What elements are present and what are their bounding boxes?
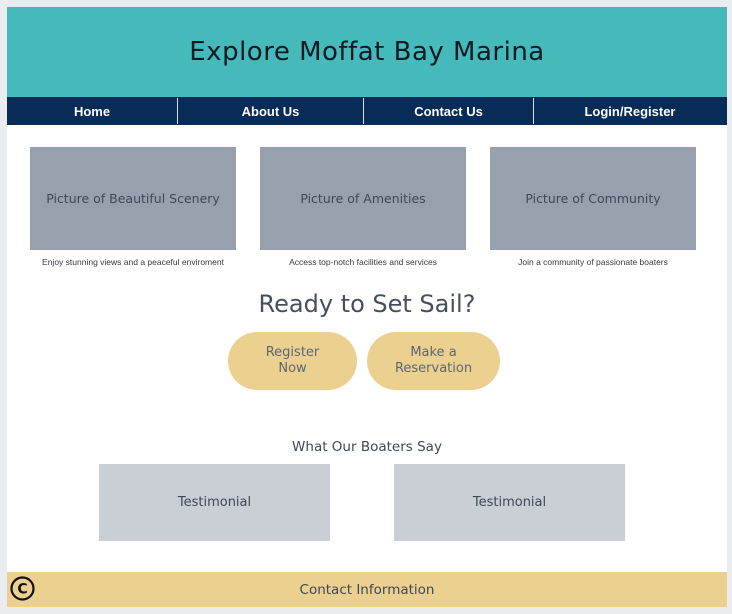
amenities-caption: Access top-notch facilities and services xyxy=(289,257,437,267)
testimonials-heading: What Our Boaters Say xyxy=(292,439,442,455)
register-now-label: Register Now xyxy=(265,345,320,376)
testimonial-card: Testimonial xyxy=(394,464,625,541)
scenery-image-placeholder: Picture of Beautiful Scenery xyxy=(30,147,236,250)
contact-information-label: Contact Information xyxy=(299,581,435,598)
svg-text:C: C xyxy=(17,582,27,598)
nav-item-about-us[interactable]: About Us xyxy=(178,97,363,125)
testimonial-card: Testimonial xyxy=(99,464,330,541)
community-caption: Join a community of passionate boaters xyxy=(518,257,668,267)
register-now-button[interactable]: Register Now xyxy=(228,332,357,390)
cta-heading: Ready to Set Sail? xyxy=(258,290,476,318)
copyright-icon: C xyxy=(10,576,35,601)
header-banner: Explore Moffat Bay Marina xyxy=(7,7,727,97)
make-reservation-button[interactable]: Make a Reservation xyxy=(367,332,500,390)
nav-item-contact-us[interactable]: Contact Us xyxy=(364,97,533,125)
page-frame: Explore Moffat Bay Marina Home About Us … xyxy=(7,7,727,607)
nav-item-login-register[interactable]: Login/Register xyxy=(534,97,726,125)
footer-bar: Contact Information xyxy=(7,572,727,607)
page-title: Explore Moffat Bay Marina xyxy=(189,37,545,67)
scenery-caption: Enjoy stunning views and a peaceful envi… xyxy=(42,257,224,267)
amenities-image-placeholder: Picture of Amenities xyxy=(260,147,466,250)
nav-bar: Home About Us Contact Us Login/Register xyxy=(7,97,727,125)
nav-item-home[interactable]: Home xyxy=(7,97,177,125)
community-image-placeholder: Picture of Community xyxy=(490,147,696,250)
make-reservation-label: Make a Reservation xyxy=(394,345,473,376)
